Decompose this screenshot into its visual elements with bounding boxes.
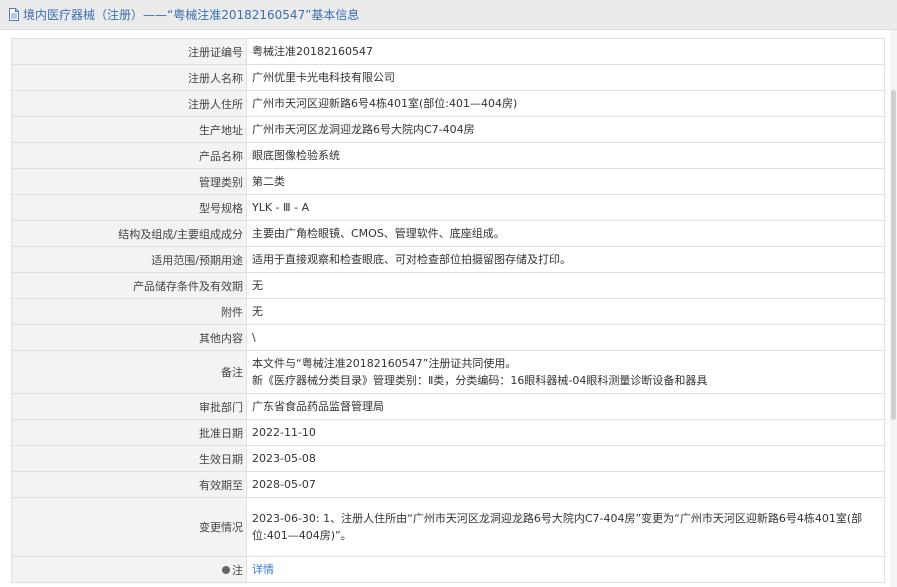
table-row: 注册人名称 广州优里卡光电科技有限公司 [11,64,885,91]
table-row: 附件 无 [11,298,885,325]
row-value: 无 [246,298,885,325]
table-row: 备注 本文件与“粤械注准20182160547”注册证共同使用。 新《医疗器械分… [11,350,885,394]
table-row: 型号规格 YLK - Ⅲ - A [11,194,885,221]
table-row: 注册证编号 粤械注准20182160547 [11,38,885,65]
row-value: 适用于直接观察和检查眼底、可对检查部位拍摄留图存储及打印。 [246,246,885,273]
row-label: 结构及组成/主要组成成分 [11,220,247,247]
table-row: 结构及组成/主要组成成分 主要由广角检眼镜、CMOS、管理软件、底座组成。 [11,220,885,247]
table-row: 注册人住所 广州市天河区迎新路6号4栋401室(部位:401—404房) [11,90,885,117]
row-label: 附件 [11,298,247,325]
row-label: 审批部门 [11,393,247,420]
row-label: 备注 [11,350,247,394]
row-label: 型号规格 [11,194,247,221]
row-label: 产品储存条件及有效期 [11,272,247,299]
row-label: 批准日期 [11,419,247,446]
table-row: 变更情况 2023-06-30: 1、注册人住所由“广州市天河区龙洞迎龙路6号大… [11,497,885,557]
row-value: \ [246,324,885,351]
row-value: 广东省食品药品监督管理局 [246,393,885,420]
row-value: 广州优里卡光电科技有限公司 [246,64,885,91]
row-label: 产品名称 [11,142,247,169]
row-label: 其他内容 [11,324,247,351]
details-link[interactable]: 详情 [252,563,274,576]
table-row: 审批部门 广东省食品药品监督管理局 [11,393,885,420]
row-value: YLK - Ⅲ - A [246,194,885,221]
row-value: 粤械注准20182160547 [246,38,885,65]
row-value: 2028-05-07 [246,471,885,498]
table-row: 有效期至 2028-05-07 [11,471,885,498]
row-value: 广州市天河区龙洞迎龙路6号大院内C7-404房 [246,116,885,143]
page-header: 境内医疗器械（注册）——“粤械注准20182160547”基本信息 [0,0,897,30]
row-value: 2023-05-08 [246,445,885,472]
remark-line: 本文件与“粤械注准20182160547”注册证共同使用。 [252,357,517,370]
detail-table: 注册证编号 粤械注准20182160547 注册人名称 广州优里卡光电科技有限公… [11,38,885,583]
row-label: 变更情况 [11,497,247,557]
row-value: 第二类 [246,168,885,195]
note-label: 注 [232,563,243,577]
table-row: 批准日期 2022-11-10 [11,419,885,446]
row-value: 2023-06-30: 1、注册人住所由“广州市天河区龙洞迎龙路6号大院内C7-… [246,497,885,557]
remark-line: 新《医疗器械分类目录》管理类别：Ⅱ类，分类编码：16眼科器械-04眼科测量诊断设… [252,374,708,387]
note-icon [222,565,230,574]
row-value: 本文件与“粤械注准20182160547”注册证共同使用。 新《医疗器械分类目录… [246,350,885,394]
table-row: 其他内容 \ [11,324,885,351]
row-label: 注册人住所 [11,90,247,117]
table-row: 注 详情 [11,556,885,583]
table-row: 生产地址 广州市天河区龙洞迎龙路6号大院内C7-404房 [11,116,885,143]
document-icon [8,8,20,21]
table-row: 产品储存条件及有效期 无 [11,272,885,299]
row-label: 注 [11,556,247,583]
page-title: 境内医疗器械（注册）——“粤械注准20182160547”基本信息 [23,8,360,22]
row-value: 眼底图像检验系统 [246,142,885,169]
row-label: 生效日期 [11,445,247,472]
row-label: 注册证编号 [11,38,247,65]
row-label: 注册人名称 [11,64,247,91]
scrollbar-thumb[interactable] [891,90,896,420]
row-value: 主要由广角检眼镜、CMOS、管理软件、底座组成。 [246,220,885,247]
row-label: 生产地址 [11,116,247,143]
table-row: 适用范围/预期用途 适用于直接观察和检查眼底、可对检查部位拍摄留图存储及打印。 [11,246,885,273]
row-label: 有效期至 [11,471,247,498]
row-value: 广州市天河区迎新路6号4栋401室(部位:401—404房) [246,90,885,117]
row-value: 无 [246,272,885,299]
row-value: 详情 [246,556,885,583]
table-row: 管理类别 第二类 [11,168,885,195]
row-label: 管理类别 [11,168,247,195]
table-row: 产品名称 眼底图像检验系统 [11,142,885,169]
row-value: 2022-11-10 [246,419,885,446]
row-label: 适用范围/预期用途 [11,246,247,273]
table-row: 生效日期 2023-05-08 [11,445,885,472]
